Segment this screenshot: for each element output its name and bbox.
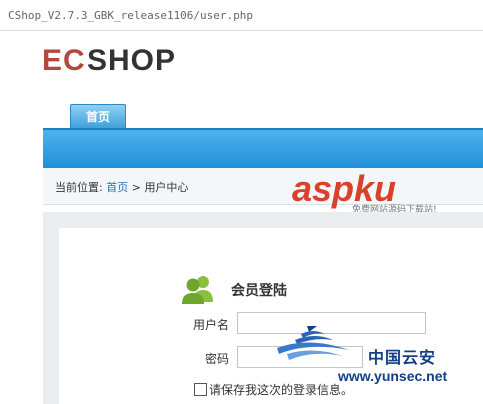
yunsec-title: 中国云安 [368,348,437,367]
password-label: 密码 [204,352,229,366]
yunsec-watermark: 中国云安 www.yunsec.net [273,322,483,392]
breadcrumb-prefix: 当前位置: [55,181,103,194]
username-label: 用户名 [192,318,229,332]
main-nav-bar [43,128,483,168]
yunsec-url: www.yunsec.net [338,368,448,384]
breadcrumb-home-link[interactable]: 首页 [106,181,128,194]
url-text: CShop_V2.7.3_GBK_release1106/user.php [8,9,254,22]
logo-part-ec: EC [42,44,86,77]
breadcrumb-current: 用户中心 [144,181,189,194]
nav-tab-home[interactable]: 首页 [70,104,126,129]
users-icon [182,276,213,304]
logo-part-shop: SHOP [87,44,177,77]
yunsec-logo-icon [277,326,349,360]
address-bar[interactable]: CShop_V2.7.3_GBK_release1106/user.php [0,0,483,31]
login-title: 会员登陆 [231,283,287,299]
ecshop-logo[interactable]: EC SHOP [42,38,182,86]
breadcrumb-separator: > [131,181,141,194]
remember-checkbox[interactable] [194,383,207,396]
